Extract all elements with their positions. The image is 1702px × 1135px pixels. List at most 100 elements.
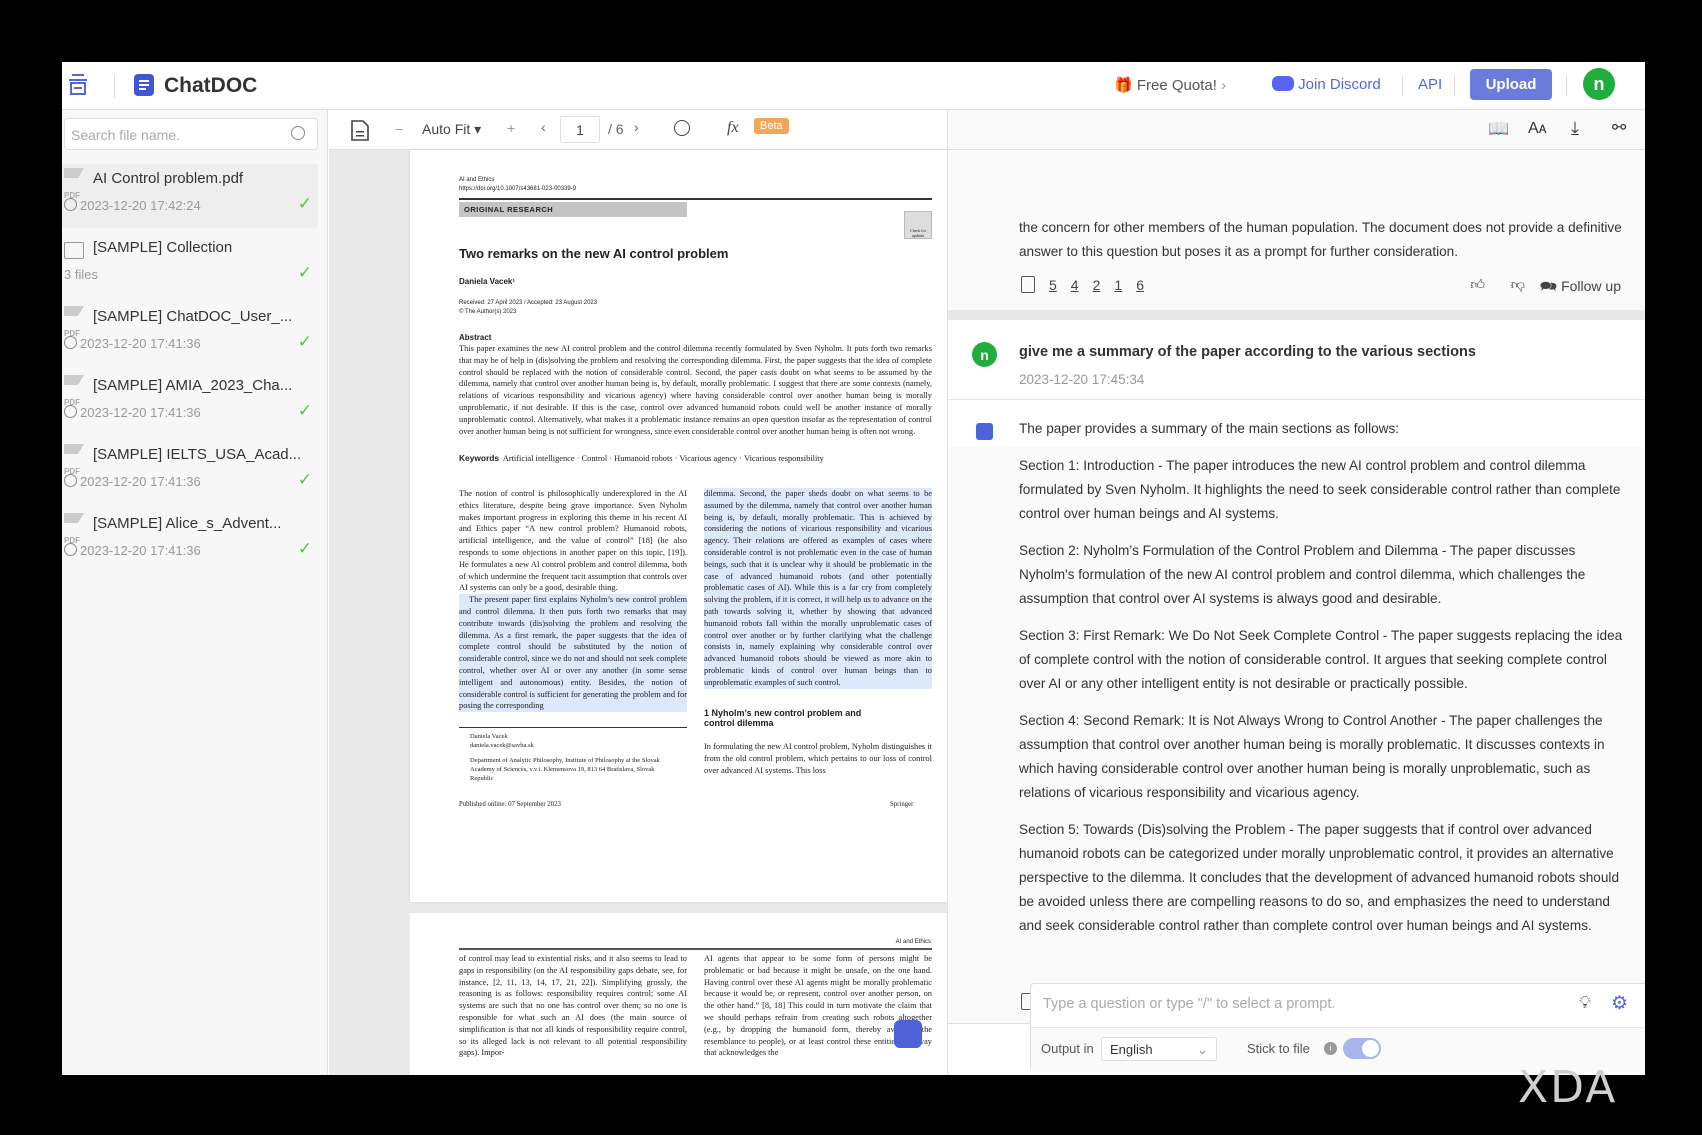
page-refs-icon [1021,276,1035,293]
prev-page-button[interactable]: ‹ [541,119,546,135]
check-icon: ✓ [297,332,312,351]
pdf-file-icon: PDF [64,513,84,545]
doi-link[interactable]: https://doi.org/10.1007/s43681-023-00339… [459,186,576,192]
file-item[interactable]: PDF [SAMPLE] ChatDOC_User_... 2023-12-20 1… [62,302,318,366]
footnote-name: Daniela Vacek [470,733,508,740]
paper-dates: Received: 27 April 2023 / Accepted: 23 A… [459,300,598,306]
next-page-button[interactable]: › [634,119,639,135]
gift-icon: 🎁 [1114,77,1133,94]
lightbulb-icon[interactable]: 💡︎ [1579,993,1591,1013]
file-date: 2023-12-20 17:41:36 [80,543,201,558]
check-icon: ✓ [297,194,312,213]
search-pdf-icon[interactable] [674,120,690,136]
page-number-input[interactable]: 1 [560,116,600,143]
file-name: AI Control problem.pdf [93,170,244,187]
file-date: 2023-12-20 17:42:24 [80,198,201,213]
follow-up-button[interactable]: 🗪 Follow up [1540,276,1621,300]
file-name: [SAMPLE] ChatDOC_User_... [93,308,293,325]
app-name: ChatDOC [164,74,258,97]
send-icon[interactable]: ➢ [1643,992,1645,1013]
search-file-input[interactable]: Search file name. [64,118,318,150]
pdf-file-icon: PDF [64,306,84,338]
chat-toggle-icon[interactable] [894,1020,922,1048]
answer-paragraph: Section 4: Second Remark: It is Not Alwa… [1019,713,1605,800]
search-icon[interactable] [291,126,305,140]
category-banner: ORIGINAL RESEARCH [459,202,687,217]
settings-gear-icon[interactable]: ⚙ [1611,992,1628,1015]
user-avatar-small: n [972,342,997,367]
keywords: Artificial intelligence · Control · Huma… [502,454,824,463]
question-input[interactable]: Type a question or type "/" to select a … [1043,996,1335,1012]
answer-paragraph: Section 2: Nyholm’s Formulation of the C… [1019,543,1586,606]
document-outline-icon[interactable] [351,120,369,141]
file-item[interactable]: PDF [SAMPLE] AMIA_2023_Cha... 2023-12-20 1… [62,371,318,435]
clock-icon [64,474,77,487]
file-item[interactable]: PDF AI Control problem.pdf 2023-12-20 17:4… [62,164,318,228]
api-link[interactable]: API [1418,76,1442,93]
join-discord-link[interactable]: Join Discord [1272,76,1381,93]
file-item[interactable]: PDF [SAMPLE] IELTS_USA_Acad... 2023-12-20 … [62,440,318,504]
previous-answer-text: the concern for other members of the hum… [1019,220,1622,259]
font-size-icon[interactable]: Aᴀ [1528,120,1547,138]
info-icon[interactable]: i [1324,1042,1337,1055]
language-select[interactable]: English ⌄ [1101,1037,1217,1061]
zoom-select[interactable]: Auto Fit ▾ [422,121,481,138]
book-icon[interactable]: 📖 [1488,119,1509,139]
output-in-label: Output in [1041,1041,1094,1056]
user-question-time: 2023-12-20 17:45:34 [1019,372,1145,387]
keywords-heading: Keywords [459,453,500,463]
paper-title: Two remarks on the new AI control proble… [459,246,729,261]
page2-journal: AI and Ethics [895,939,931,945]
file-item[interactable]: [SAMPLE] Collection 3 files ✓ [62,233,318,297]
discord-icon [1272,76,1294,91]
check-updates-badge[interactable]: Check for updates [904,211,932,239]
section-heading: 1 Nyholm’s new control problem and contr… [704,708,862,728]
abstract-heading: Abstract [459,333,492,342]
zoom-in-button[interactable]: + [507,120,515,136]
footnote-email[interactable]: daniela.vacek@savba.sk [470,742,534,749]
previous-answer-actions: 54216 🗪 Follow up 👍︎ 👎︎ [1021,276,1621,300]
check-icon: ✓ [297,470,312,489]
springer-logo: Springer [890,801,914,808]
download-icon[interactable]: ⤓ [1571,118,1579,139]
file-date: 2023-12-20 17:41:36 [80,336,201,351]
pdf-page-1: AI and Ethics https://doi.org/10.1007/s4… [410,150,979,902]
check-icon: ✓ [297,263,312,282]
body-paragraph: In formulating the new AI control proble… [704,742,932,775]
pdf-page-2: AI and Ethics of control may lead to exi… [410,913,979,1075]
answer-paragraph: Section 5: Towards (Dis)solving the Prob… [1019,822,1620,933]
chat-toolbar: 📖 Aᴀ ⤓ ⚯ [948,110,1645,150]
published-date: Published online: 07 September 2023 [459,801,561,808]
share-icon[interactable]: ⚯ [1612,118,1626,138]
menu-collapse-icon[interactable] [68,74,88,96]
user-avatar[interactable]: n [1583,68,1615,100]
thumbs-down-icon[interactable]: 👎︎ [1511,276,1525,293]
zoom-out-button[interactable]: − [395,121,403,137]
user-question: give me a summary of the paper according… [1019,344,1476,360]
file-name: [SAMPLE] IELTS_USA_Acad... [93,446,302,463]
page-ref-link[interactable]: 2 [1093,277,1101,293]
question-input-box: Type a question or type "/" to select a … [1030,983,1645,1072]
free-quota-link[interactable]: 🎁 Free Quota! › [1114,76,1226,94]
page-ref-link[interactable]: 1 [1114,277,1122,293]
page-ref-link[interactable]: 5 [1049,277,1057,293]
file-item[interactable]: PDF [SAMPLE] Alice_s_Advent... 2023-12-20 … [62,509,318,573]
upload-button[interactable]: Upload [1470,69,1552,100]
clock-icon [64,405,77,418]
xda-watermark: XDA [1518,1062,1618,1113]
thumbs-up-icon[interactable]: 👍︎ [1470,276,1485,293]
file-name: [SAMPLE] AMIA_2023_Cha... [93,377,293,394]
page-ref-link[interactable]: 4 [1071,277,1079,293]
page-ref-link[interactable]: 6 [1136,277,1144,293]
journal-name: AI and Ethics [459,177,495,183]
clock-icon [64,543,77,556]
top-header: ChatDOC 🎁 Free Quota! › Join Discord API… [62,62,1645,110]
file-name: [SAMPLE] Alice_s_Advent... [93,515,282,532]
pdf-toolbar: − Auto Fit ▾ + ‹ 1 / 6 › fx Beta [329,110,947,150]
assistant-answer: The paper provides a summary of the main… [1019,417,1629,951]
stick-to-file-toggle[interactable] [1343,1038,1381,1059]
formula-icon[interactable]: fx [727,119,739,137]
pdf-file-icon: PDF [64,168,84,200]
check-icon: ✓ [297,401,312,420]
answer-paragraph: Section 3: First Remark: We Do Not Seek … [1019,628,1623,691]
